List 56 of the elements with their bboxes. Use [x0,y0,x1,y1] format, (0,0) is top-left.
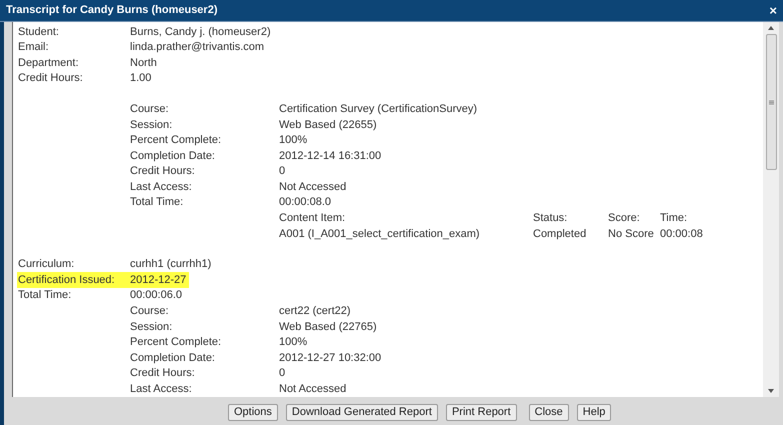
field-value: 2012-12-27 10:32:00 [279,350,382,366]
field-value: linda.prather@trivantis.com [130,40,264,56]
field-value: curhh1 (currhh1) [130,257,212,272]
field-label: Session: [130,118,174,133]
field-value: 100% [279,133,308,148]
field-label: Total Time: [130,195,184,210]
field-label: Completion Date: [130,350,216,366]
field-value: 2012-12-27 [130,272,186,288]
field-value: Web Based (22655) [279,118,377,133]
field-value: 1.00 [130,71,152,86]
dialog-button[interactable]: Close [528,404,569,421]
column-header: Score: [608,211,641,226]
field-label: Course: [130,304,170,320]
field-label: Last Access: [130,180,193,195]
field-value: Not Accessed [279,382,346,398]
field-value: 0 [279,164,286,180]
field-value: North [130,56,157,71]
field-label: Certification Issued: [18,272,116,288]
field-label: Course: [130,102,170,117]
scrollbar[interactable] [763,22,779,398]
table-cell-text: A001 (I_A001_select_certification_exam) [279,226,481,242]
column-header: Content Item: [279,211,346,226]
field-value: 00:00:08.0 [279,195,331,210]
field-value: cert22 (cert22) [279,304,351,320]
field-label: Total Time: [18,288,72,304]
scrollbar-thumb[interactable] [766,34,776,170]
table-cell-text: Completed [533,226,588,242]
table-cell-text: 00:00:08 [660,226,704,242]
field-value: 0 [279,366,286,382]
field-value: 2012-12-14 16:31:00 [279,148,382,164]
dialog-button[interactable]: Help [576,404,612,421]
field-label: Student: [18,24,60,40]
field-value: 100% [279,335,308,350]
field-label: Department: [18,56,80,71]
field-value: Web Based (22765) [279,320,377,335]
field-label: Percent Complete: [130,133,222,148]
dialog-button[interactable]: Print Report [446,404,517,421]
field-label: Percent Complete: [130,335,222,350]
table-cell-text: No Score [608,226,655,242]
dialog-button[interactable]: Options [228,404,278,421]
field-label: Curriculum: [18,257,76,272]
field-label: Completion Date: [130,148,216,164]
column-header: Status: [533,211,568,226]
field-label: Last Access: [130,382,193,398]
field-value: Certification Survey (CertificationSurvey) [279,102,478,117]
field-label: Credit Hours: [18,71,84,86]
window-title: Transcript for Candy Burns (homeuser2) [6,3,218,18]
dialog-button[interactable]: Download Generated Report [286,404,438,421]
field-value: Not Accessed [279,180,346,195]
field-value: Burns, Candy j. (homeuser2) [130,24,271,40]
column-header: Time: [660,211,688,226]
field-label: Credit Hours: [130,366,196,382]
field-label: Email: [18,40,50,56]
field-label: Credit Hours: [130,164,196,180]
field-label: Session: [130,320,174,335]
field-value: 00:00:06.0 [130,288,182,304]
